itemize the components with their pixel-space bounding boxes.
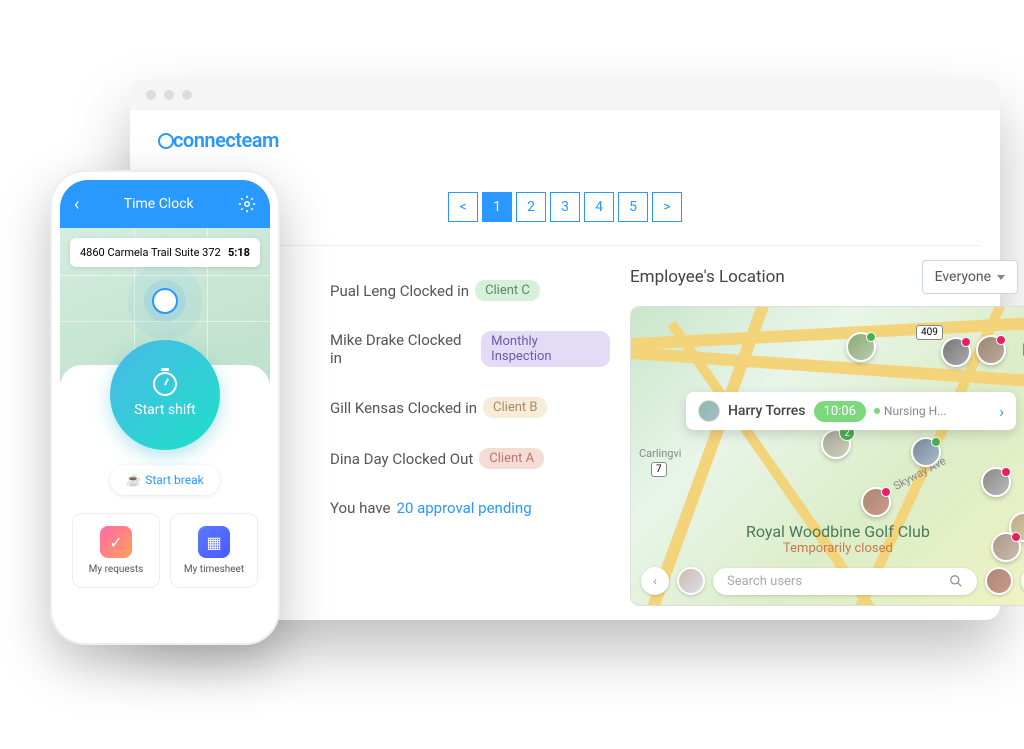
- chevron-right-icon: ›: [999, 402, 1004, 421]
- start-break-label: Start break: [145, 473, 204, 487]
- employee-avatar[interactable]: 2: [821, 429, 851, 459]
- phone-title: Time Clock: [124, 196, 194, 212]
- place-name: Royal Woodbine Golf Club: [746, 522, 930, 541]
- approval-link[interactable]: 20 approval pending: [397, 499, 532, 517]
- my-timesheet-card[interactable]: ▦ My timesheet: [170, 513, 258, 588]
- filter-dropdown[interactable]: Everyone: [922, 260, 1018, 294]
- employee-popup[interactable]: Harry Torres 10:06 Nursing H... ›: [686, 392, 1016, 430]
- activity-row: Mike Drake Clocked in Monthly Inspection: [330, 331, 610, 367]
- map-title: Employee's Location: [630, 267, 785, 287]
- page-5[interactable]: 5: [618, 192, 648, 222]
- phone-screen: ‹ Time Clock 4860 Carmela Trail Suite 37…: [60, 180, 270, 635]
- back-icon[interactable]: ‹: [74, 194, 79, 215]
- requests-label: My requests: [89, 564, 144, 575]
- employee-avatar[interactable]: [941, 337, 971, 367]
- start-break-button[interactable]: ☕ Start break: [110, 465, 220, 495]
- page-1[interactable]: 1: [482, 192, 512, 222]
- activity-text: Mike Drake Clocked in: [330, 331, 475, 367]
- approval-prefix: You have: [330, 499, 391, 517]
- activity-tag: Client A: [479, 448, 544, 469]
- start-shift-button[interactable]: Start shift: [110, 340, 220, 450]
- stopwatch-icon: [153, 372, 177, 396]
- filter-label: Everyone: [935, 269, 991, 285]
- activity-feed: Pual Leng Clocked in Client C Mike Drake…: [330, 280, 610, 517]
- activity-text: Pual Leng Clocked in: [330, 282, 469, 300]
- employee-avatar[interactable]: [981, 467, 1011, 497]
- address-time: 5:18: [228, 246, 250, 259]
- gridline: [60, 321, 270, 322]
- brand-text: connecteam: [173, 128, 279, 152]
- activity-row: Gill Kensas Clocked in Client B: [330, 397, 610, 418]
- employee-avatar[interactable]: [861, 487, 891, 517]
- road-badge: 409: [916, 325, 943, 340]
- user-location-pin: [152, 288, 178, 314]
- status-indicator: [1001, 467, 1011, 477]
- logo-icon: [158, 133, 174, 149]
- gridline: [60, 275, 270, 276]
- start-shift-label: Start shift: [134, 402, 195, 418]
- status-indicator: [931, 437, 941, 447]
- phone-mockup: ‹ Time Clock 4860 Carmela Trail Suite 37…: [50, 170, 280, 645]
- activity-text: Dina Day Clocked Out: [330, 450, 473, 468]
- phone-header: ‹ Time Clock: [60, 180, 270, 228]
- page-next[interactable]: >: [652, 192, 682, 222]
- window-dot: [146, 90, 156, 100]
- gear-icon[interactable]: [238, 195, 256, 213]
- activity-text: Gill Kensas Clocked in: [330, 399, 477, 417]
- page-4[interactable]: 4: [584, 192, 614, 222]
- search-icon: [949, 574, 963, 588]
- page-2[interactable]: 2: [516, 192, 546, 222]
- carousel-prev[interactable]: ‹: [641, 567, 669, 595]
- employee-avatar[interactable]: [976, 335, 1006, 365]
- address-text: 4860 Carmela Trail Suite 372: [80, 246, 221, 259]
- status-indicator: [1011, 532, 1021, 542]
- place-status: Temporarily closed: [746, 541, 930, 556]
- footer-avatar[interactable]: [985, 567, 1013, 595]
- timesheet-label: My timesheet: [184, 564, 244, 575]
- employee-avatar[interactable]: [991, 532, 1021, 562]
- popup-location: Nursing H...: [874, 404, 947, 418]
- timesheet-icon: ▦: [198, 526, 230, 558]
- chevron-down-icon: [997, 275, 1005, 280]
- status-indicator: [881, 487, 891, 497]
- approval-row: You have 20 approval pending: [330, 499, 610, 517]
- address-bar: 4860 Carmela Trail Suite 372 5:18: [70, 238, 260, 267]
- activity-row: Pual Leng Clocked in Client C: [330, 280, 610, 301]
- bottom-cards: ✓ My requests ▦ My timesheet: [60, 495, 270, 588]
- pagination: < 1 2 3 4 5 >: [448, 192, 682, 222]
- map-canvas[interactable]: 409 27 7 Carlingvi Skyway Ave Royal Wood…: [630, 306, 1024, 606]
- footer-avatar[interactable]: [677, 567, 705, 595]
- search-input[interactable]: Search users: [713, 568, 977, 595]
- activity-tag: Client B: [483, 397, 547, 418]
- map-controls: Everyone: [922, 260, 1024, 294]
- popup-name: Harry Torres: [728, 403, 806, 419]
- road-text: Carlingvi: [639, 447, 681, 460]
- status-indicator: [866, 332, 876, 342]
- brand-logo: connecteam: [158, 128, 279, 152]
- my-requests-card[interactable]: ✓ My requests: [72, 513, 160, 588]
- road-badge: 7: [651, 462, 667, 477]
- employee-avatar[interactable]: [846, 332, 876, 362]
- requests-icon: ✓: [100, 526, 132, 558]
- place-label: Royal Woodbine Golf Club Temporarily clo…: [746, 522, 930, 556]
- employee-location-panel: Employee's Location Everyone 409 27 7 Ca…: [630, 260, 1024, 606]
- status-indicator: [996, 335, 1006, 345]
- popup-avatar: [698, 400, 720, 422]
- activity-tag: Monthly Inspection: [481, 331, 610, 367]
- status-indicator: [961, 337, 971, 347]
- map-footer: ‹ Search users ›: [641, 567, 1024, 595]
- coffee-icon: ☕: [126, 473, 141, 487]
- page-prev[interactable]: <: [448, 192, 478, 222]
- page-3[interactable]: 3: [550, 192, 580, 222]
- search-placeholder: Search users: [727, 574, 802, 589]
- popup-time: 10:06: [814, 401, 866, 422]
- window-dot: [182, 90, 192, 100]
- map-header: Employee's Location Everyone: [630, 260, 1024, 294]
- activity-row: Dina Day Clocked Out Client A: [330, 448, 610, 469]
- window-dot: [164, 90, 174, 100]
- shift-panel: Start shift ☕ Start break ✓ My requests …: [60, 365, 270, 635]
- employee-avatar[interactable]: [911, 437, 941, 467]
- browser-titlebar: [130, 80, 1000, 110]
- activity-tag: Client C: [475, 280, 540, 301]
